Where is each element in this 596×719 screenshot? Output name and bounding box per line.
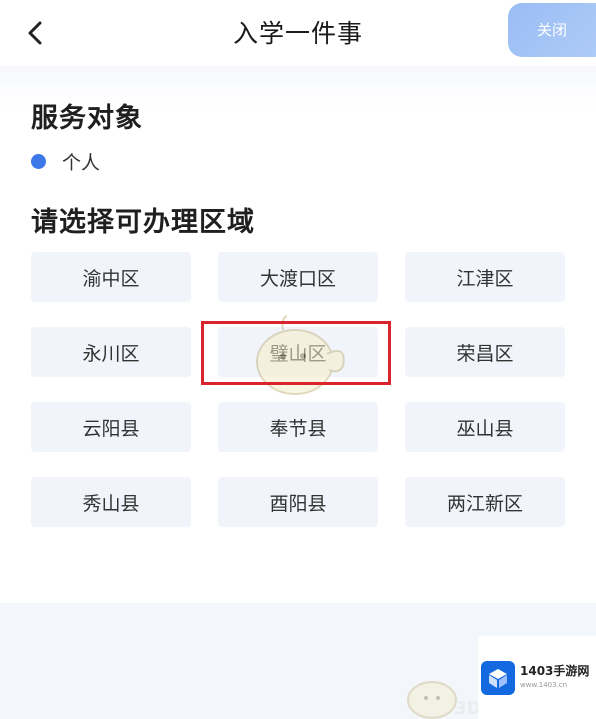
service-target-option[interactable]: 个人	[31, 148, 100, 175]
district-button[interactable]: 渝中区	[31, 252, 191, 302]
district-button[interactable]: 巫山县	[405, 402, 565, 452]
district-button[interactable]: 荣昌区	[405, 327, 565, 377]
district-button[interactable]: 两江新区	[405, 477, 565, 527]
main-content: 服务对象 个人 请选择可办理区域 渝中区 大渡口区 江津区 永川区 璧山区 荣昌…	[0, 66, 596, 603]
district-button[interactable]: 江津区	[405, 252, 565, 302]
service-target-label: 个人	[62, 152, 101, 174]
district-grid: 渝中区 大渡口区 江津区 永川区 璧山区 荣昌区 云阳县 奉节县 巫山县 秀山县…	[31, 252, 566, 527]
district-button-highlighted[interactable]: 璧山区	[218, 327, 378, 377]
district-button[interactable]: 大渡口区	[218, 252, 378, 302]
page-title: 入学一件事	[232, 19, 363, 48]
site-watermark: 1403手游网 www.1403.cn	[478, 636, 596, 719]
district-button[interactable]: 奉节县	[218, 402, 378, 452]
district-button[interactable]: 秀山县	[31, 477, 191, 527]
district-button[interactable]: 酉阳县	[218, 477, 378, 527]
cube-logo-icon	[481, 660, 515, 695]
district-button[interactable]: 云阳县	[31, 402, 191, 452]
close-button[interactable]: 关闭	[508, 3, 596, 57]
watermark-text: 1403手游网 www.1403.cn	[520, 664, 589, 692]
top-navigation-bar: 入学一件事 关闭	[0, 0, 596, 66]
watermark-url: www.1403.cn	[520, 680, 568, 689]
radio-selected-dot	[31, 154, 46, 169]
district-button[interactable]: 永川区	[31, 327, 191, 377]
service-target-heading: 服务对象	[31, 103, 143, 134]
region-heading: 请选择可办理区域	[31, 207, 255, 238]
watermark-brand: 1403手游网	[520, 663, 590, 678]
